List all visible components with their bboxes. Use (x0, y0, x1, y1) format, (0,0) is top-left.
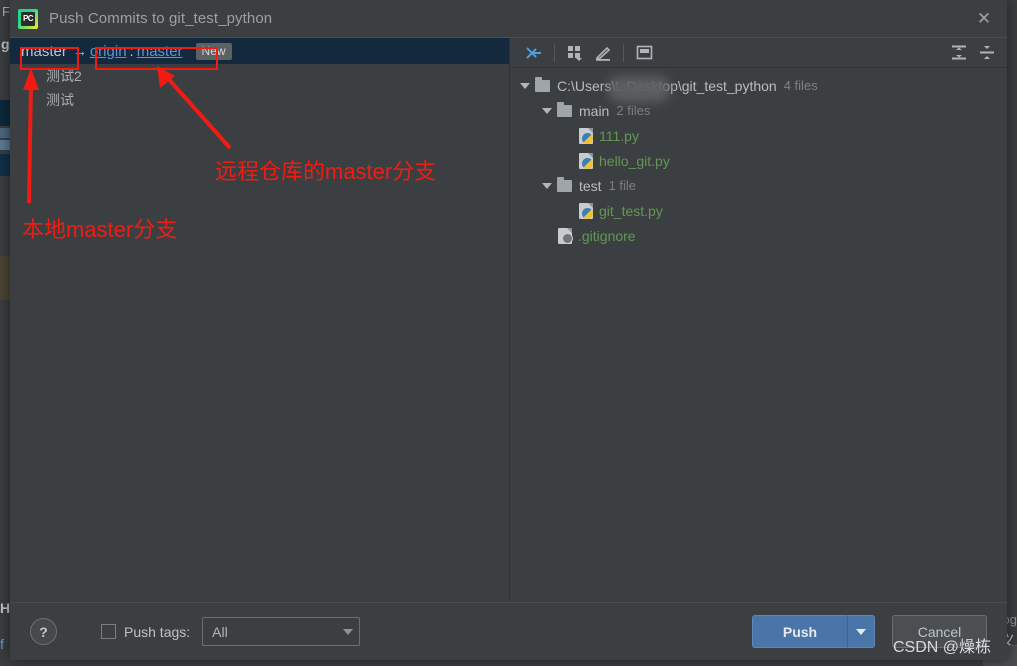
push-button[interactable]: Push (752, 615, 847, 648)
collapse-all-icon[interactable] (973, 41, 1001, 65)
dialog-titlebar: PC Push Commits to git_test_python ✕ (10, 0, 1007, 37)
push-tags-label: Push tags: (124, 623, 191, 640)
commit-list: 测试2 测试 (10, 64, 509, 112)
files-pane: C:\Users\L Desktop\git_test_python 4 fil… (510, 38, 1007, 602)
commits-pane: master → origin : master New 测试2 测试 (10, 38, 510, 602)
expand-all-icon[interactable] (945, 41, 973, 65)
chevron-down-icon[interactable] (540, 179, 554, 193)
tree-row[interactable]: git_test.py (510, 198, 1007, 223)
tree-label: main (579, 102, 610, 119)
push-commits-dialog: PC Push Commits to git_test_python ✕ mas… (10, 0, 1007, 660)
cancel-button[interactable]: Cancel (892, 615, 987, 648)
list-item[interactable]: 测试 (10, 88, 509, 112)
screenshot-root: F git H f og 义 PC Push Commits to git_te… (0, 0, 1017, 666)
push-tags-checkbox[interactable] (101, 624, 116, 639)
chevron-down-icon (343, 628, 354, 635)
push-tags-value: All (212, 623, 228, 640)
new-badge: New (195, 42, 232, 60)
toolbar-divider (554, 43, 555, 62)
folder-icon (557, 176, 572, 192)
branch-separator: : (129, 42, 134, 60)
preview-panel-icon[interactable] (630, 41, 658, 65)
folder-icon (557, 101, 572, 117)
tree-label: hello_git.py (599, 152, 670, 169)
files-toolbar (510, 38, 1007, 68)
chevron-down-icon[interactable] (518, 79, 532, 93)
dialog-body: master → origin : master New 测试2 测试 C:\U… (10, 37, 1007, 602)
python-file-icon (579, 152, 593, 169)
pycharm-icon-text: PC (22, 14, 34, 23)
folder-icon (535, 76, 550, 92)
python-file-icon (579, 202, 593, 219)
tree-row[interactable]: C:\Users\L Desktop\git_test_python 4 fil… (510, 73, 1007, 98)
tree-row[interactable]: .gitignore (510, 223, 1007, 248)
branch-row[interactable]: master → origin : master New (10, 38, 509, 64)
gitignore-file-icon (558, 227, 573, 244)
local-branch-label: master (21, 42, 67, 60)
tree-label: git_test.py (599, 202, 663, 219)
tree-label: test (579, 177, 602, 194)
push-button-group: Push (752, 615, 875, 648)
python-file-icon (579, 127, 593, 144)
remote-branch-link[interactable]: master (137, 43, 183, 60)
tree-row[interactable]: test 1 file (510, 173, 1007, 198)
push-dropdown-button[interactable] (847, 615, 875, 648)
blurred-username-redaction (608, 76, 670, 102)
edit-icon[interactable] (589, 41, 617, 65)
push-arrow-icon: → (72, 43, 87, 59)
list-item[interactable]: 测试2 (10, 64, 509, 88)
tree-label: 111.py (599, 127, 639, 144)
chevron-down-icon (856, 628, 866, 635)
dialog-title: Push Commits to git_test_python (49, 10, 273, 27)
file-tree: C:\Users\L Desktop\git_test_python 4 fil… (510, 68, 1007, 248)
tree-label: .gitignore (578, 227, 636, 244)
collapse-selection-icon[interactable] (520, 41, 548, 65)
tree-count: 1 file (608, 178, 637, 193)
chevron-down-icon[interactable] (540, 104, 554, 118)
tree-row[interactable]: 111.py (510, 123, 1007, 148)
push-tags-select[interactable]: All (202, 617, 361, 646)
dialog-bottom-bar: ? Push tags: All Push Cancel (10, 602, 1007, 660)
help-button[interactable]: ? (30, 618, 57, 645)
tree-row[interactable]: hello_git.py (510, 148, 1007, 173)
tree-count: 4 files (783, 78, 818, 93)
tree-row[interactable]: main 2 files (510, 98, 1007, 123)
pycharm-icon: PC (18, 8, 38, 29)
remote-name-link[interactable]: origin (90, 43, 127, 60)
group-by-icon[interactable] (561, 41, 589, 65)
toolbar-divider (623, 43, 624, 62)
close-icon[interactable]: ✕ (961, 0, 1007, 37)
tree-count: 2 files (616, 103, 651, 118)
